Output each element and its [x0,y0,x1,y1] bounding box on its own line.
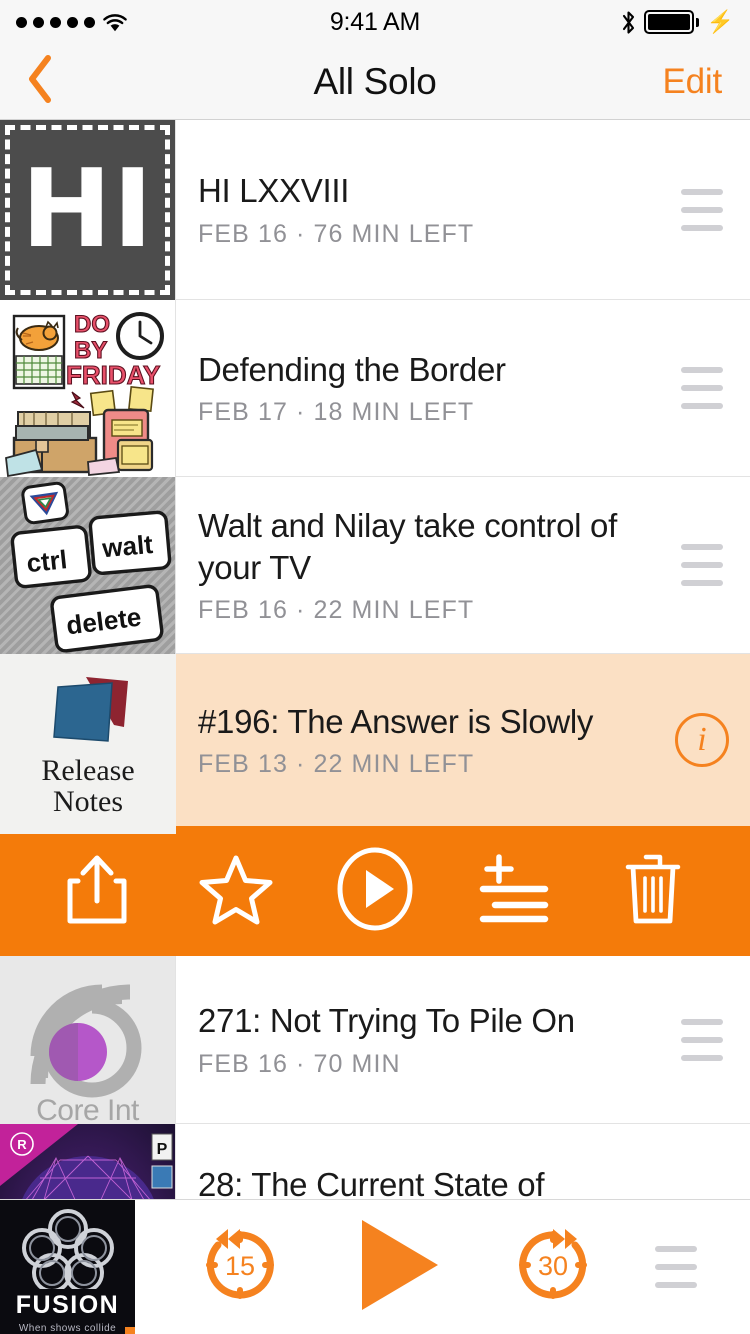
table-row[interactable]: Core Int 271: Not Trying To Pile On FEB … [0,956,750,1136]
svg-text:R: R [17,1137,27,1152]
battery-icon [643,10,699,34]
play-button[interactable] [320,841,430,941]
table-row[interactable]: ctrl walt delete Walt and Nilay take con… [0,477,750,657]
skip-forward-30-icon: 30 [505,1217,601,1318]
episode-action-bar [0,826,750,956]
play-pause-button[interactable] [342,1212,450,1323]
trash-icon [622,851,684,932]
play-triangle-icon [342,1212,450,1323]
drag-handle-icon[interactable] [654,120,750,299]
mini-player-bar: FUSION When shows collide 15 30 [0,1199,750,1334]
episode-meta: FEB 16 · 70 MIN [198,1049,401,1078]
episode-meta: FEB 17 · 18 MIN LEFT [198,398,475,427]
info-button[interactable]: i [654,654,750,826]
table-row[interactable]: HI HI LXXVIII FEB 16 · 76 MIN LEFT [0,120,750,300]
table-row-selected[interactable]: Release Notes #196: The Answer is Slowly… [0,654,750,834]
play-circle-icon [336,846,414,937]
do-by-friday-artwork: DO BY FRIDAY [0,300,176,480]
navigation-bar: All Solo Edit [0,44,750,120]
star-button[interactable] [181,841,291,941]
svg-text:ctrl: ctrl [25,544,68,578]
status-bar: 9:41 AM ⚡ [0,0,750,44]
drag-handle-icon[interactable] [654,300,750,476]
release-notes-label: Release Notes [41,753,135,818]
drag-handle-icon[interactable] [654,477,750,653]
core-int-label: Core Int [36,1094,139,1127]
add-to-playlist-button[interactable] [459,841,569,941]
delete-button[interactable] [598,841,708,941]
svg-text:walt: walt [100,529,154,563]
svg-text:FRIDAY: FRIDAY [66,360,160,390]
queue-handle-icon[interactable] [654,1246,697,1288]
star-icon [198,853,274,930]
table-row[interactable]: DO BY FRIDAY Defending the Border FEB 17… [0,300,750,480]
player-controls: 15 30 [135,1200,750,1334]
episode-title: HI LXXVIII [198,172,350,210]
skip-back-label: 15 [225,1251,255,1281]
row-text: Defending the Border FEB 17 · 18 MIN LEF… [176,300,654,476]
episode-title: 271: Not Trying To Pile On [198,1002,575,1040]
episode-meta: FEB 16 · 76 MIN LEFT [198,219,475,248]
drag-handle-icon[interactable] [654,956,750,1123]
episode-title: Walt and Nilay take control of your TV [198,506,617,586]
skip-back-15-icon: 15 [192,1217,288,1318]
episode-meta: FEB 13 · 22 MIN LEFT [198,750,475,779]
playback-progress[interactable] [0,1327,135,1334]
row-text: #196: The Answer is Slowly FEB 13 · 22 M… [176,654,654,826]
row-text: 271: Not Trying To Pile On FEB 16 · 70 M… [176,956,654,1123]
episode-meta: FEB 16 · 22 MIN LEFT [198,596,475,625]
page-title: All Solo [313,60,437,102]
hi-artwork-label: HI [21,147,154,272]
add-to-playlist-icon [473,851,555,932]
share-icon [66,853,128,930]
release-notes-artwork: Release Notes [0,654,176,834]
skip-forward-label: 30 [538,1251,568,1281]
episode-title: #196: The Answer is Slowly [198,702,594,740]
info-icon: i [675,713,729,767]
fusion-artwork[interactable]: FUSION When shows collide [0,1200,135,1334]
row-text: HI LXXVIII FEB 16 · 76 MIN LEFT [176,120,654,299]
ctrl-walt-delete-artwork: ctrl walt delete [0,477,176,657]
share-button[interactable] [42,841,152,941]
hi-artwork: HI [0,120,176,300]
skip-forward-30-button[interactable]: 30 [505,1217,601,1318]
row-text: Walt and Nilay take control of your TV F… [176,477,654,653]
status-clock: 9:41 AM [329,7,421,36]
svg-text:DO: DO [74,311,110,338]
svg-text:P: P [157,1141,168,1158]
fusion-title: FUSION [15,1291,120,1319]
core-intuition-artwork: Core Int [0,956,176,1136]
episode-list: HI HI LXXVIII FEB 16 · 76 MIN LEFT DO BY… [0,120,750,1244]
skip-back-15-button[interactable]: 15 [192,1217,288,1318]
episode-title: Defending the Border [198,350,506,388]
app-screen: 9:41 AM ⚡ All Solo Edit HI HI LXXVIII FE… [0,0,750,1334]
